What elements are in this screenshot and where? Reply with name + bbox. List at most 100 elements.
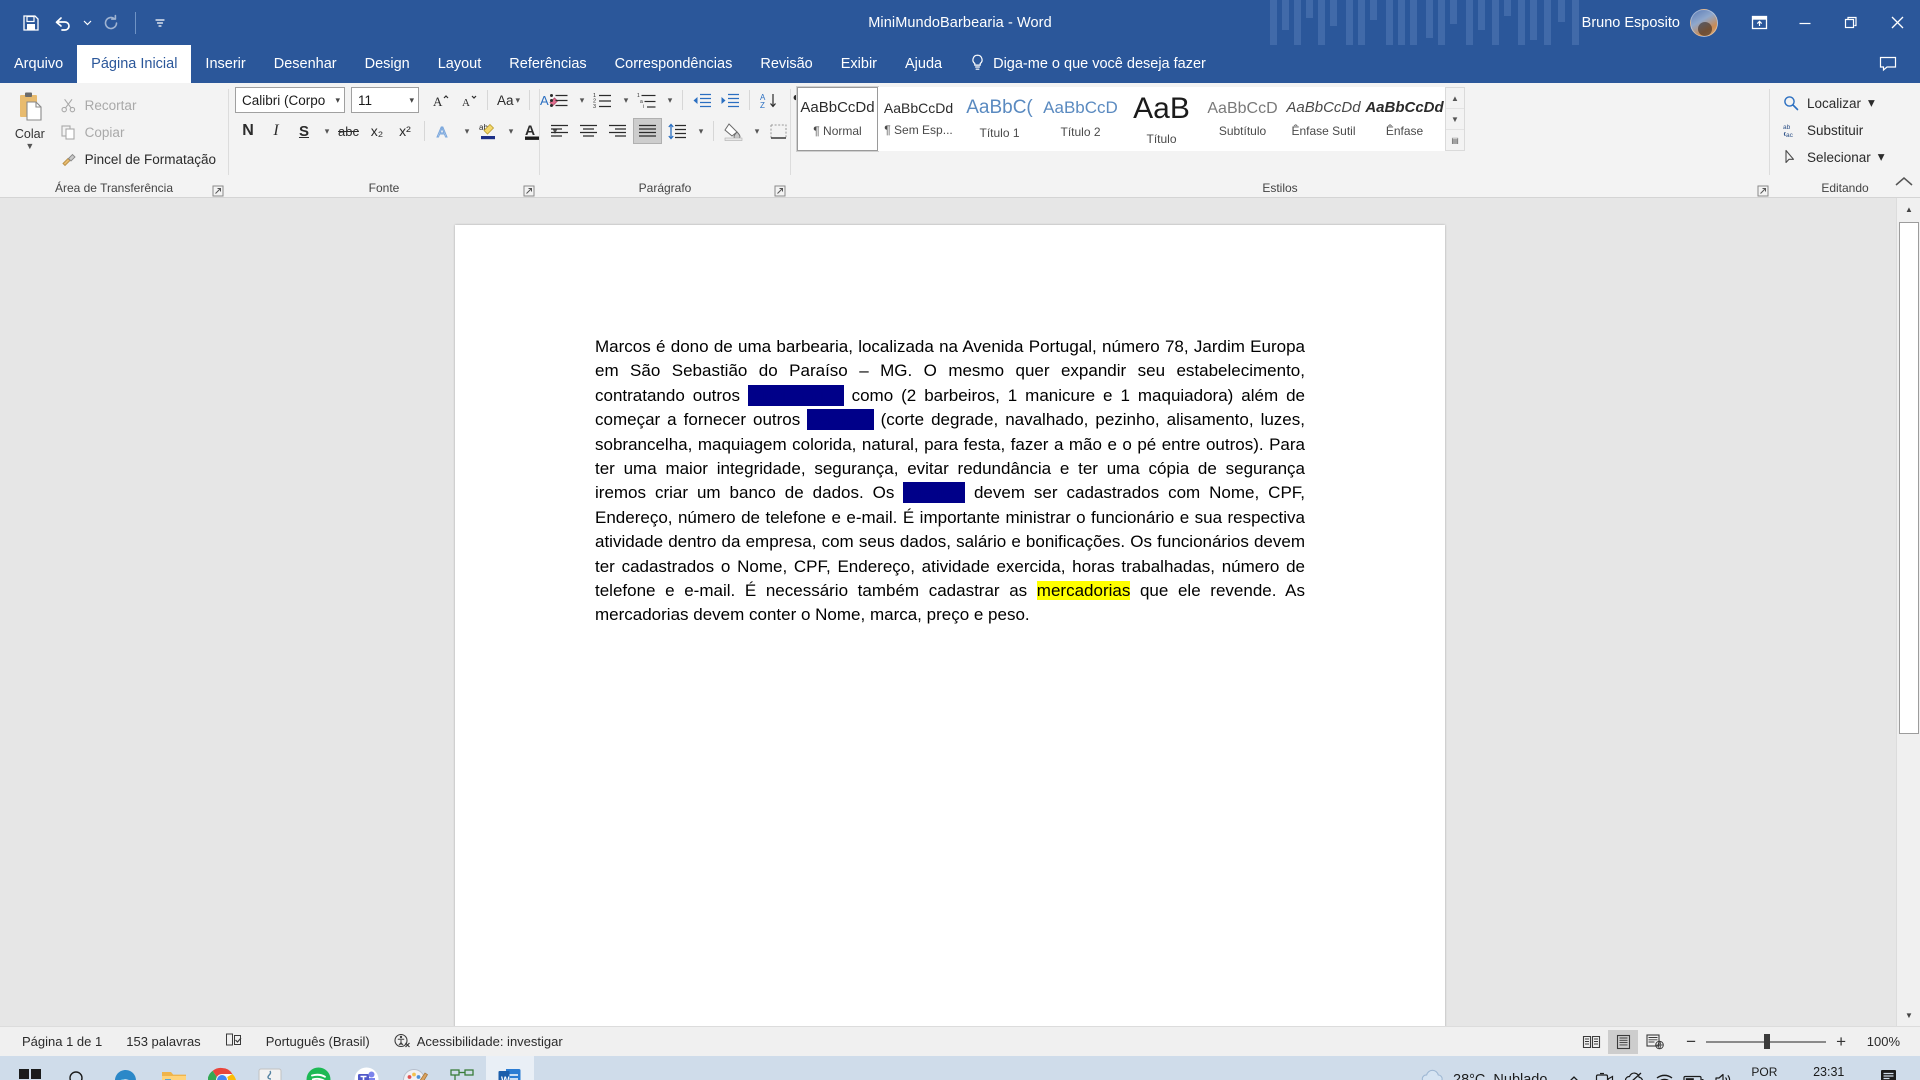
decrease-indent-button[interactable] — [689, 87, 715, 113]
borders-button[interactable] — [765, 118, 792, 144]
language-indicator[interactable]: POR PTB2 — [1739, 1065, 1789, 1080]
text-highlight-color-button[interactable]: ab — [475, 118, 501, 144]
find-chevron-down-icon[interactable]: ▾ — [1868, 95, 1875, 111]
web-layout-button[interactable] — [1640, 1030, 1670, 1054]
tab-layout[interactable]: Layout — [424, 45, 496, 83]
align-right-button[interactable] — [604, 118, 631, 144]
scrollbar-thumb[interactable] — [1899, 222, 1919, 734]
format-painter-button[interactable]: Pincel de Formatação — [54, 147, 222, 171]
tab-arquivo[interactable]: Arquivo — [0, 45, 77, 83]
tab-pgina-inicial[interactable]: Página Inicial — [77, 45, 192, 83]
tab-exibir[interactable]: Exibir — [827, 45, 891, 83]
show-hidden-icons-chevron-up-icon[interactable] — [1559, 1056, 1589, 1080]
underline-button[interactable]: S — [291, 118, 317, 144]
subscript-button[interactable]: x₂ — [364, 118, 390, 144]
spotify-icon[interactable] — [294, 1056, 342, 1080]
page-info[interactable]: Página 1 de 1 — [10, 1034, 114, 1049]
save-icon[interactable] — [16, 8, 46, 38]
multilevel-chevron-down-icon[interactable]: ▾ — [662, 87, 676, 113]
undo-dropdown-chevron-icon[interactable] — [80, 8, 94, 38]
select-button[interactable]: Selecionar ▾ — [1776, 145, 1891, 169]
style-item-título[interactable]: AaB Título — [1121, 87, 1202, 151]
brmodelo-icon[interactable] — [438, 1056, 486, 1080]
start-button[interactable] — [6, 1056, 54, 1080]
proofing-status[interactable] — [213, 1032, 254, 1051]
clipboard-dialog-launcher-icon[interactable] — [212, 184, 224, 197]
close-button[interactable] — [1874, 0, 1920, 45]
increase-indent-button[interactable] — [717, 87, 743, 113]
zoom-out-button[interactable]: − — [1686, 1032, 1696, 1052]
styles-dialog-launcher-icon[interactable] — [1757, 184, 1769, 197]
style-item-normal[interactable]: AaBbCcDd ¶ Normal — [796, 86, 879, 152]
text-effects-button[interactable]: A — [431, 118, 457, 144]
battery-icon[interactable] — [1679, 1056, 1709, 1080]
superscript-button[interactable]: x² — [392, 118, 418, 144]
styles-more-icon[interactable]: ▤ — [1446, 130, 1464, 150]
ribbon-display-options-icon[interactable] — [1736, 0, 1782, 45]
restore-button[interactable] — [1828, 0, 1874, 45]
justify-button[interactable] — [633, 118, 662, 144]
minimize-button[interactable] — [1782, 0, 1828, 45]
collapse-ribbon-icon[interactable] — [1894, 175, 1914, 193]
wifi-icon[interactable] — [1649, 1056, 1679, 1080]
scroll-up-arrow-icon[interactable]: ▲ — [1897, 198, 1920, 220]
zoom-slider-thumb[interactable] — [1764, 1034, 1771, 1049]
edge-icon[interactable] — [102, 1056, 150, 1080]
vertical-scrollbar[interactable]: ▲ ▼ — [1896, 198, 1920, 1026]
align-center-button[interactable] — [575, 118, 602, 144]
numbering-button[interactable]: 123 — [590, 87, 616, 113]
highlight-chevron-down-icon[interactable]: ▾ — [503, 118, 517, 144]
customize-qat-icon[interactable] — [145, 8, 175, 38]
styles-scroll-up-icon[interactable]: ▲ — [1446, 88, 1464, 109]
shading-button[interactable] — [720, 118, 747, 144]
weather-widget[interactable]: 28°C Nublado — [1407, 1069, 1559, 1080]
zoom-in-button[interactable]: + — [1836, 1032, 1846, 1052]
grow-font-button[interactable]: A — [427, 87, 453, 113]
tab-ajuda[interactable]: Ajuda — [891, 45, 956, 83]
avatar[interactable] — [1690, 8, 1718, 37]
font-name-combo[interactable]: Calibri (Corpo ▾ — [235, 87, 345, 113]
styles-scroll-down-icon[interactable]: ▼ — [1446, 109, 1464, 130]
style-item-sem-esp[interactable]: AaBbCcDd ¶ Sem Esp... — [878, 87, 959, 151]
font-dialog-launcher-icon[interactable] — [523, 184, 535, 197]
bullets-button[interactable] — [546, 87, 572, 113]
tell-me-box[interactable]: Diga-me o que você deseja fazer — [956, 45, 1220, 83]
style-item-título-2[interactable]: AaBbCcD Título 2 — [1040, 87, 1121, 151]
onedrive-offline-icon[interactable] — [1619, 1056, 1649, 1080]
style-item-ênfase-sutil[interactable]: AaBbCcDd Ênfase Sutil — [1283, 87, 1364, 151]
zoom-slider[interactable] — [1706, 1034, 1827, 1050]
select-chevron-down-icon[interactable]: ▾ — [1878, 149, 1885, 165]
paragraph-dialog-launcher-icon[interactable] — [774, 184, 786, 197]
copy-button[interactable]: Copiar — [54, 120, 222, 144]
paint-icon[interactable] — [390, 1056, 438, 1080]
repeat-icon[interactable] — [96, 8, 126, 38]
style-item-subtítulo[interactable]: AaBbCcD Subtítulo — [1202, 87, 1283, 151]
paste-chevron-down-icon[interactable]: ▼ — [25, 142, 34, 151]
tab-design[interactable]: Design — [351, 45, 424, 83]
style-item-título-1[interactable]: AaBbC(Título 1 — [959, 87, 1040, 151]
clock[interactable]: 23:31 16/01/2023 — [1789, 1065, 1868, 1080]
camera-icon[interactable] — [1589, 1056, 1619, 1080]
align-left-button[interactable] — [546, 118, 573, 144]
scroll-down-arrow-icon[interactable]: ▼ — [1897, 1004, 1920, 1026]
tab-desenhar[interactable]: Desenhar — [260, 45, 351, 83]
styles-gallery-scroll[interactable]: ▲ ▼ ▤ — [1445, 87, 1465, 151]
tab-inserir[interactable]: Inserir — [191, 45, 259, 83]
chevron-down-icon[interactable]: ▾ — [331, 95, 340, 106]
chevron-down-icon[interactable]: ▾ — [405, 95, 414, 106]
multilevel-list-button[interactable]: 1ai — [634, 87, 660, 113]
find-button[interactable]: Localizar ▾ — [1776, 91, 1891, 115]
underline-chevron-down-icon[interactable]: ▾ — [319, 118, 333, 144]
strikethrough-button[interactable]: abc — [335, 118, 362, 144]
paste-button[interactable]: Colar ▼ — [6, 87, 54, 151]
bullets-chevron-down-icon[interactable]: ▾ — [574, 87, 588, 113]
bold-button[interactable]: N — [235, 118, 261, 144]
java-icon[interactable] — [246, 1056, 294, 1080]
tab-referncias[interactable]: Referências — [495, 45, 600, 83]
file-explorer-icon[interactable] — [150, 1056, 198, 1080]
line-spacing-button[interactable] — [664, 118, 691, 144]
document-page[interactable]: Marcos é dono de uma barbearia, localiza… — [455, 225, 1445, 1026]
search-button[interactable] — [54, 1056, 102, 1080]
tab-reviso[interactable]: Revisão — [746, 45, 826, 83]
volume-icon[interactable] — [1709, 1056, 1739, 1080]
